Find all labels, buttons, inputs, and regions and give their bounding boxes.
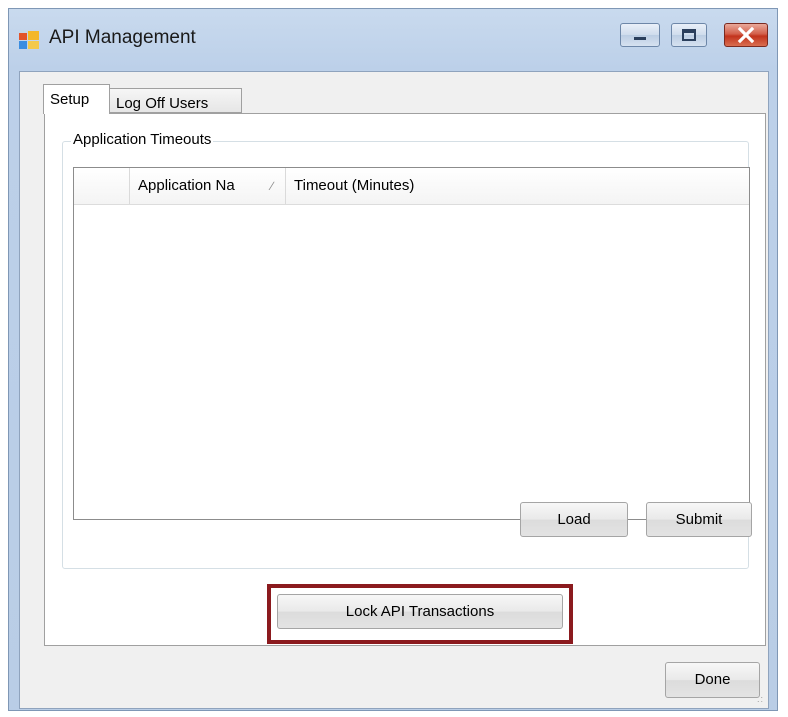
column-header-label: Application Na: [138, 177, 235, 194]
tab-setup[interactable]: Setup: [43, 84, 110, 114]
resize-grip-icon[interactable]: .:: [757, 694, 764, 704]
restore-button[interactable]: [671, 23, 707, 47]
application-timeouts-grid[interactable]: Application Na ∕ Timeout (Minutes): [73, 167, 750, 520]
app-window-icon: [19, 31, 39, 49]
close-button[interactable]: [724, 23, 768, 47]
done-button[interactable]: Done: [665, 662, 760, 698]
close-icon: [737, 26, 755, 44]
row-header-cell[interactable]: [74, 168, 130, 204]
window-client-area: Setup Log Off Users Application Timeouts…: [19, 71, 769, 709]
column-header-application-name[interactable]: Application Na ∕: [130, 168, 286, 204]
api-management-window: API Management Setup Log Off Users Appli…: [8, 8, 778, 711]
title-bar[interactable]: API Management: [9, 9, 777, 71]
column-header-timeout[interactable]: Timeout (Minutes): [286, 168, 749, 204]
grid-header: Application Na ∕ Timeout (Minutes): [74, 168, 749, 205]
restore-icon: [682, 29, 696, 41]
lock-api-transactions-button[interactable]: Lock API Transactions: [277, 594, 563, 629]
window-title: API Management: [49, 27, 196, 48]
setup-tab-panel: Application Timeouts Application Na ∕ Ti…: [44, 113, 766, 646]
sort-indicator-icon: ∕: [270, 179, 273, 193]
tab-log-off-users[interactable]: Log Off Users: [110, 88, 242, 113]
minimize-button[interactable]: [620, 23, 660, 47]
submit-button[interactable]: Submit: [646, 502, 752, 537]
group-title: Application Timeouts: [71, 131, 214, 148]
minimize-icon: [634, 37, 646, 40]
load-button[interactable]: Load: [520, 502, 628, 537]
